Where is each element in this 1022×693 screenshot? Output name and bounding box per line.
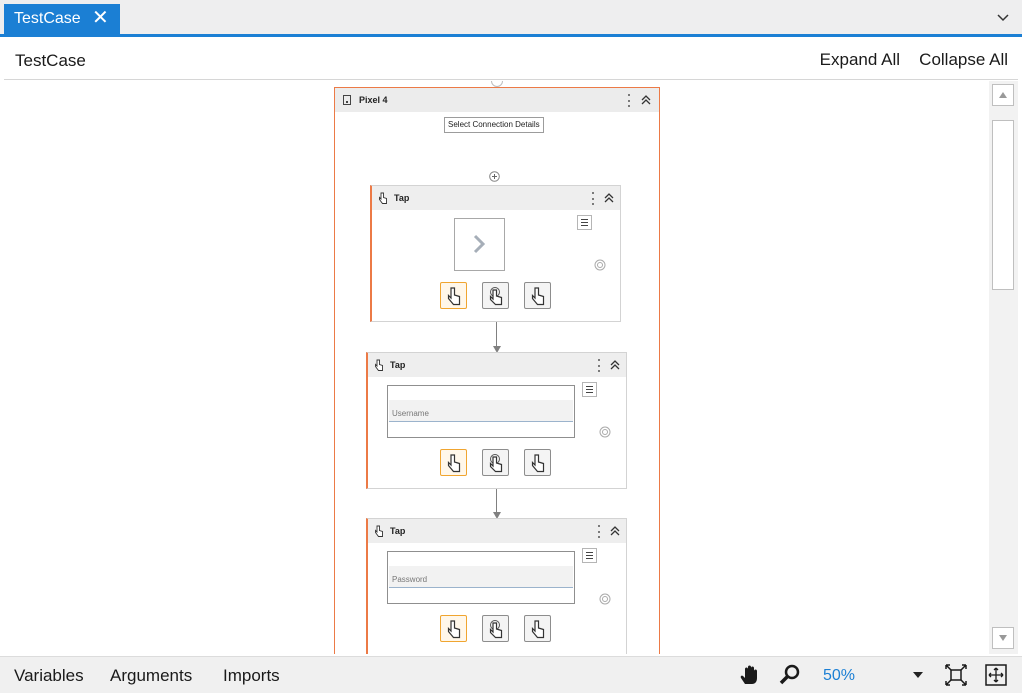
hamburger-menu-icon[interactable] (582, 548, 597, 563)
triangle-down-icon (999, 635, 1007, 641)
long-press-mode-button[interactable] (524, 615, 551, 642)
long-press-icon (531, 454, 545, 473)
username-placeholder: Username (389, 400, 573, 422)
collapse-icon[interactable] (604, 192, 614, 204)
tap-mode-button-selected[interactable] (440, 282, 467, 309)
vertical-scrollbar[interactable] (989, 81, 1018, 654)
tap-mode-button-selected[interactable] (440, 449, 467, 476)
activity-label: Tap (390, 360, 406, 370)
collapse-icon[interactable] (610, 525, 620, 537)
zoom-dropdown-icon[interactable] (913, 672, 923, 678)
tap-activity[interactable]: Tap (370, 185, 621, 322)
close-icon[interactable]: ✕ (92, 8, 109, 28)
tap-hand-icon (447, 620, 461, 639)
tap-activity[interactable]: Tap Password (366, 518, 627, 654)
arguments-tab[interactable]: Arguments (110, 666, 192, 686)
long-press-icon (531, 287, 545, 306)
tap-hand-icon (379, 192, 387, 204)
select-connection-button[interactable]: Select Connection Details (444, 117, 544, 133)
overview-map-icon[interactable] (985, 664, 1007, 686)
activity-label: Tap (390, 526, 406, 536)
more-options-icon[interactable] (597, 359, 601, 372)
double-tap-mode-button[interactable] (482, 615, 509, 642)
scroll-down-button[interactable] (992, 627, 1014, 649)
tap-hand-icon (375, 359, 383, 371)
scroll-up-button[interactable] (992, 84, 1014, 106)
collapse-all-link[interactable]: Collapse All (919, 50, 1008, 70)
target-icon[interactable] (599, 593, 611, 605)
target-icon[interactable] (599, 426, 611, 438)
chevron-right-icon (473, 234, 486, 254)
double-tap-mode-button[interactable] (482, 282, 509, 309)
tab-testcase[interactable]: TestCase ✕ (4, 4, 120, 34)
more-options-icon[interactable] (597, 525, 601, 538)
phone-icon (343, 95, 351, 105)
double-tap-icon (489, 620, 503, 639)
zoom-level[interactable]: 50% (823, 667, 855, 685)
document-tab-strip: TestCase ✕ (0, 0, 1022, 37)
long-press-mode-button[interactable] (524, 282, 551, 309)
hamburger-menu-icon[interactable] (577, 215, 592, 230)
activity-header: Tap (368, 353, 626, 377)
hamburger-menu-icon[interactable] (582, 382, 597, 397)
collapse-icon[interactable] (641, 94, 651, 106)
collapse-icon[interactable] (610, 359, 620, 371)
variables-tab[interactable]: Variables (14, 666, 84, 686)
zoom-search-icon[interactable] (779, 664, 801, 686)
activity-header: Tap (368, 519, 626, 543)
expand-all-link[interactable]: Expand All (820, 50, 900, 70)
imports-tab[interactable]: Imports (223, 666, 280, 686)
password-placeholder: Password (389, 566, 573, 588)
more-options-icon[interactable] (627, 94, 631, 107)
activity-header: Tap (372, 186, 620, 210)
breadcrumb[interactable]: TestCase (15, 51, 86, 71)
username-field-preview[interactable]: Username (387, 385, 575, 438)
tap-hand-icon (375, 525, 383, 537)
activity-label: Tap (394, 193, 410, 203)
tap-mode-button-selected[interactable] (440, 615, 467, 642)
more-options-icon[interactable] (591, 192, 595, 205)
chevron-down-icon[interactable] (996, 11, 1010, 25)
tap-hand-icon (447, 287, 461, 306)
scroll-thumb[interactable] (992, 120, 1014, 290)
double-tap-icon (489, 287, 503, 306)
sequence-connector (496, 489, 497, 513)
long-press-mode-button[interactable] (524, 449, 551, 476)
workflow-canvas[interactable]: Pixel 4 Select Connection Details Tap Ta… (4, 81, 989, 654)
tab-label: TestCase (14, 10, 81, 27)
device-header: Pixel 4 (335, 88, 659, 112)
designer-footer: Variables Arguments Imports 50% (0, 656, 1022, 693)
double-tap-mode-button[interactable] (482, 449, 509, 476)
add-activity-icon[interactable] (489, 171, 500, 182)
screenshot-preview[interactable] (454, 218, 505, 271)
triangle-up-icon (999, 92, 1007, 98)
hand-pan-icon[interactable] (739, 664, 761, 686)
double-tap-icon (489, 454, 503, 473)
long-press-icon (531, 620, 545, 639)
designer-header: TestCase Expand All Collapse All (4, 40, 1018, 80)
tap-activity[interactable]: Tap Username (366, 352, 627, 489)
fit-to-screen-icon[interactable] (945, 664, 967, 686)
target-icon[interactable] (594, 259, 606, 271)
tap-hand-icon (447, 454, 461, 473)
password-field-preview[interactable]: Password (387, 551, 575, 604)
device-title: Pixel 4 (359, 95, 388, 105)
sequence-connector (496, 322, 497, 347)
